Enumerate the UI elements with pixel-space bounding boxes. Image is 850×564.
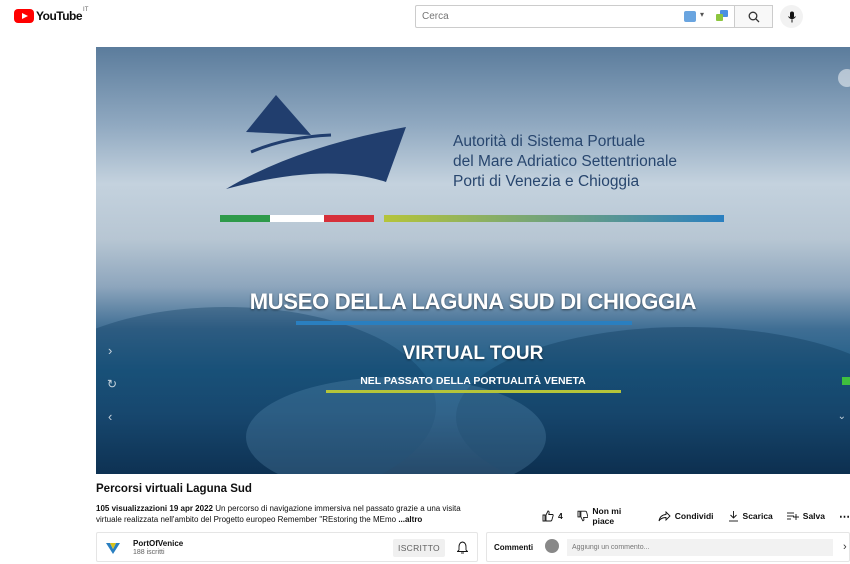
search-box: ▾ — [415, 5, 735, 28]
comments-row: Commenti › — [486, 532, 850, 562]
bell-icon[interactable] — [457, 541, 468, 554]
youtube-play-icon — [14, 9, 34, 23]
top-bar: YouTube IT ▾ — [0, 0, 850, 34]
thumbs-up-icon — [542, 510, 554, 522]
upload-date: 19 apr 2022 — [169, 504, 213, 513]
title-underline-blue — [296, 321, 632, 325]
organization-name: Autorità di Sistema Portuale del Mare Ad… — [453, 132, 677, 192]
search-icon — [748, 11, 759, 22]
show-more-link[interactable]: ...altro — [398, 515, 422, 524]
youtube-logo[interactable]: YouTube IT — [14, 7, 89, 23]
port-authority-logo-icon — [226, 95, 406, 189]
download-label: Scarica — [742, 511, 773, 521]
flag-stripe-green — [220, 215, 270, 222]
download-icon — [728, 511, 738, 522]
chevron-right-icon[interactable]: › — [843, 541, 847, 553]
like-button[interactable]: 4 — [542, 510, 563, 522]
video-description[interactable]: 105 visualizzazioni 19 apr 2022 Un perco… — [96, 503, 476, 525]
add-to-playlist-icon — [786, 512, 799, 520]
download-button[interactable]: Scarica — [728, 510, 773, 522]
channel-name[interactable]: PortOfVenice — [133, 539, 183, 548]
status-indicator — [842, 377, 850, 385]
next-icon[interactable]: › — [108, 343, 112, 358]
virtual-tour-title: VIRTUAL TOUR — [402, 343, 544, 364]
comments-label[interactable]: Commenti — [494, 543, 533, 552]
subscribed-button[interactable]: ISCRITTO — [393, 539, 445, 557]
user-avatar — [545, 539, 559, 553]
replay-icon[interactable]: ↻ — [107, 377, 117, 391]
share-label: Condividi — [674, 511, 714, 521]
comment-input[interactable] — [567, 539, 833, 556]
previous-icon[interactable]: ‹ — [108, 409, 112, 424]
save-label: Salva — [802, 511, 825, 521]
logo-text: YouTube — [36, 9, 83, 23]
more-options-icon[interactable]: ⋯ — [839, 510, 850, 523]
org-line-3: Porti di Venezia e Chioggia — [453, 173, 640, 190]
voice-search-button[interactable] — [780, 5, 803, 28]
channel-row: PortOfVenice 188 iscritti ISCRITTO — [96, 532, 478, 562]
player-menu-icon[interactable] — [838, 69, 850, 87]
chevron-down-icon[interactable]: ▾ — [700, 10, 704, 19]
subtitle-underline-green — [326, 390, 621, 393]
flag-stripe-red — [324, 215, 374, 222]
video-title: Percorsi virtuali Laguna Sud — [96, 483, 252, 495]
like-count: 4 — [558, 511, 563, 521]
dislike-button[interactable]: Non mi piace — [577, 506, 644, 526]
chevron-down-icon[interactable]: ⌄ — [838, 411, 846, 422]
channel-avatar[interactable] — [105, 540, 121, 556]
save-button[interactable]: Salva — [786, 511, 825, 521]
subscriber-count: 188 iscritti — [133, 549, 165, 556]
thumbs-down-icon — [577, 510, 589, 522]
org-line-1: Autorità di Sistema Portuale — [453, 133, 646, 150]
logo-underline-bar — [384, 215, 724, 222]
org-line-2: del Mare Adriatico Settentrionale — [453, 153, 678, 170]
view-count: 105 visualizzazioni — [96, 504, 168, 513]
virtual-tour-subtitle: NEL PASSATO DELLA PORTUALITÀ VENETA — [360, 375, 586, 387]
logo-country-code: IT — [83, 7, 89, 13]
search-input[interactable] — [416, 6, 676, 27]
microphone-icon — [787, 11, 796, 22]
museum-title: MUSEO DELLA LAGUNA SUD DI CHIOGGIA — [249, 289, 697, 314]
translate-icon[interactable] — [715, 9, 729, 23]
share-button[interactable]: Condividi — [658, 510, 714, 522]
video-actions: 4 Non mi piace Condividi Scarica Salva ⋯ — [542, 506, 850, 526]
dislike-label: Non mi piace — [592, 506, 622, 526]
keyboard-icon[interactable] — [684, 11, 696, 22]
share-icon — [658, 510, 671, 521]
flag-stripe-white — [270, 215, 324, 222]
video-player[interactable]: Autorità di Sistema Portuale del Mare Ad… — [96, 47, 850, 474]
search-button[interactable] — [735, 5, 773, 28]
